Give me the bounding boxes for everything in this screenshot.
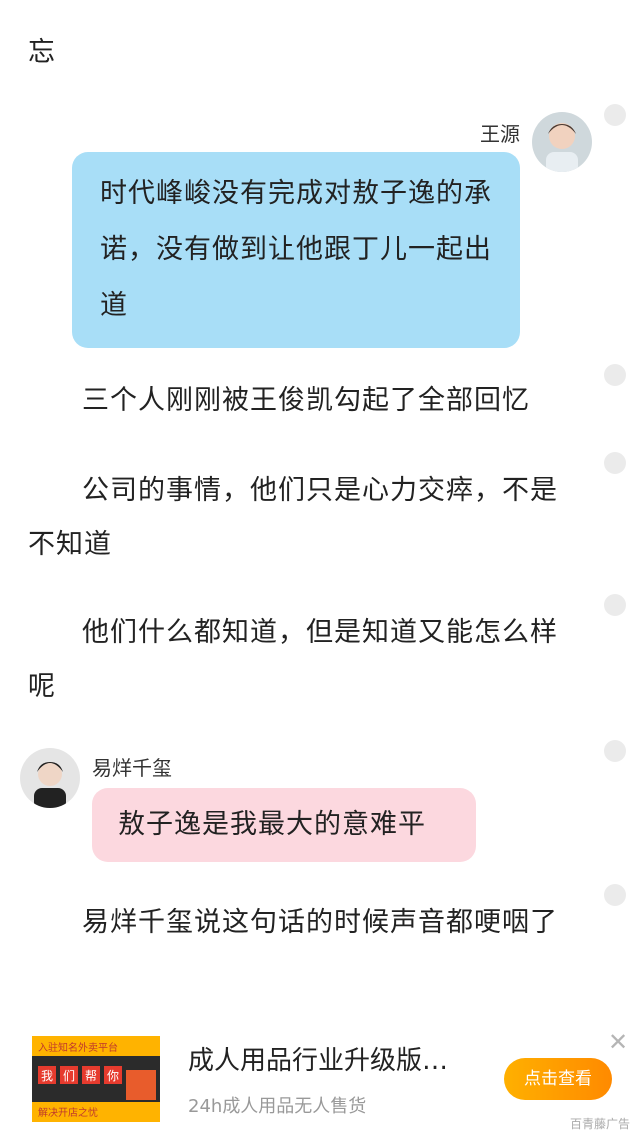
ad-thumb-title: 入驻知名外卖平台 (38, 1041, 118, 1054)
ad-source-label: 百青藤广告 (569, 1117, 630, 1131)
ad-image[interactable]: 入驻知名外卖平台 我 们 帮 你 解决开店之忧 (32, 1036, 160, 1122)
comment-dot[interactable] (604, 452, 626, 474)
ad-title[interactable]: 成人用品行业升级版… (188, 1040, 448, 1077)
chat-bubble-left: 敖子逸是我最大的意难平 (92, 788, 476, 862)
paragraph: 他们什么都知道，但是知道又能怎么样呢 (28, 617, 558, 702)
chat-bubble-right: 时代峰峻没有完成对敖子逸的承诺，没有做到让他跟丁儿一起出道 (72, 152, 520, 348)
avatar[interactable] (20, 748, 80, 808)
comment-dot[interactable] (604, 884, 626, 906)
speaker-name: 王源 (480, 122, 520, 146)
ad-thumb-char: 我 (41, 1069, 53, 1083)
close-icon[interactable]: ✕ (606, 1030, 630, 1054)
ad-thumb-char: 你 (107, 1069, 119, 1083)
comment-dot[interactable] (604, 740, 626, 762)
comment-dot[interactable] (604, 104, 626, 126)
ad-image-art: 入驻知名外卖平台 我 们 帮 你 解决开店之忧 (32, 1036, 160, 1122)
avatar-image (532, 112, 592, 172)
avatar[interactable] (532, 112, 592, 172)
comment-dot[interactable] (604, 364, 626, 386)
paragraph: 公司的事情，他们只是心力交瘁，不是不知道 (28, 475, 558, 560)
ad-thumb-char: 们 (63, 1068, 75, 1083)
comment-dot[interactable] (604, 594, 626, 616)
avatar-image (20, 748, 80, 808)
ad-thumb-char: 帮 (85, 1069, 97, 1083)
ad-banner[interactable]: 入驻知名外卖平台 我 们 帮 你 解决开店之忧 成人用品行业升级版… 24h成人… (0, 1018, 640, 1138)
ad-subtitle: 24h成人用品无人售货 (188, 1096, 367, 1117)
ad-view-button[interactable]: 点击查看 (504, 1058, 612, 1100)
paragraph-fragment: 忘 (28, 37, 56, 68)
speaker-name: 易烊千玺 (92, 756, 172, 780)
ad-thumb-footer: 解决开店之忧 (38, 1106, 98, 1119)
paragraph: 易烊千玺说这句话的时候声音都哽咽了 (82, 907, 558, 938)
paragraph: 三个人刚刚被王俊凯勾起了全部回忆 (82, 385, 530, 416)
